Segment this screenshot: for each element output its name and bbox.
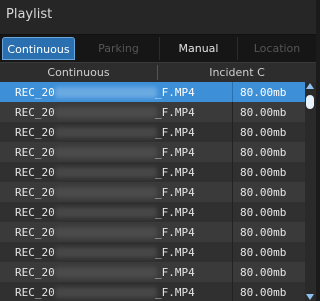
column-divider [232, 102, 233, 122]
tab-bar: Continuous Parking Manual Location [0, 35, 316, 62]
file-name-suffix: _F.MP4 [155, 186, 195, 199]
list-item[interactable]: REC_20 _F.MP4 80.00mb [0, 142, 305, 162]
scrollbar[interactable] [305, 82, 316, 301]
file-size: 80.00mb [240, 86, 287, 99]
list-item[interactable]: REC_20 _F.MP4 80.00mb [0, 122, 305, 142]
file-name-prefix: REC_20 [15, 146, 55, 159]
file-name-prefix: REC_20 [15, 126, 55, 139]
scrollbar-thumb[interactable] [306, 95, 314, 109]
file-size: 80.00mb [240, 106, 287, 119]
tab-location: Location [253, 42, 301, 55]
file-name-prefix: REC_20 [15, 106, 55, 119]
panel-title: Playlist [6, 7, 53, 22]
file-name-suffix: _F.MP4 [155, 146, 195, 159]
redacted-text [55, 187, 157, 198]
column-divider [232, 262, 233, 282]
list-item[interactable]: REC_20 _F.MP4 80.00mb [0, 222, 305, 242]
file-name-suffix: _F.MP4 [155, 266, 195, 279]
file-size: 80.00mb [240, 186, 287, 199]
column-divider [232, 182, 233, 202]
file-name-prefix: REC_20 [15, 186, 55, 199]
file-name-suffix: _F.MP4 [155, 226, 195, 239]
file-name-prefix: REC_20 [15, 86, 55, 99]
file-size: 80.00mb [240, 206, 287, 219]
redacted-text [55, 167, 157, 178]
list-item[interactable]: REC_20 _F.MP4 80.00mb [0, 82, 305, 102]
list-item[interactable]: REC_20 _F.MP4 80.00mb [0, 202, 305, 222]
file-name-suffix: _F.MP4 [155, 166, 195, 179]
file-name-prefix: REC_20 [15, 226, 55, 239]
file-size: 80.00mb [240, 246, 287, 259]
column-divider [232, 162, 233, 182]
file-name-prefix: REC_20 [15, 286, 55, 299]
list-item[interactable]: REC_20 _F.MP4 80.00mb [0, 102, 305, 122]
column-divider [232, 242, 233, 262]
redacted-text [55, 287, 157, 298]
tab-manual[interactable]: Manual [160, 37, 238, 60]
redacted-text [55, 87, 157, 98]
list-item[interactable]: REC_20 _F.MP4 80.00mb [0, 242, 305, 262]
tab-continuous[interactable]: Continuous [2, 37, 75, 60]
title-bar: Playlist [0, 0, 316, 35]
column-header-continuous[interactable]: Continuous [0, 63, 157, 82]
column-divider [232, 82, 233, 102]
file-name-suffix: _F.MP4 [155, 286, 195, 299]
redacted-text [55, 267, 157, 278]
column-divider [232, 282, 233, 301]
list-item[interactable]: REC_20 _F.MP4 80.00mb [0, 262, 305, 282]
column-divider [232, 122, 233, 142]
redacted-text [55, 227, 157, 238]
file-name-suffix: _F.MP4 [155, 106, 195, 119]
file-size: 80.00mb [240, 146, 287, 159]
file-name-prefix: REC_20 [15, 206, 55, 219]
column-headers: Continuous Incident C [0, 62, 316, 83]
redacted-text [55, 127, 157, 138]
file-name-prefix: REC_20 [15, 266, 55, 279]
file-name-suffix: _F.MP4 [155, 126, 195, 139]
file-name-prefix: REC_20 [15, 246, 55, 259]
triangle-up-icon[interactable] [306, 83, 314, 89]
file-name-suffix: _F.MP4 [155, 86, 195, 99]
file-name-suffix: _F.MP4 [155, 246, 195, 259]
file-size: 80.00mb [240, 166, 287, 179]
file-size: 80.00mb [240, 126, 287, 139]
redacted-text [55, 147, 157, 158]
file-name-prefix: REC_20 [15, 166, 55, 179]
column-divider [232, 202, 233, 222]
column-divider [232, 142, 233, 162]
tab-parking: Parking [78, 37, 160, 60]
column-header-incident[interactable]: Incident C [158, 63, 316, 82]
file-size: 80.00mb [240, 266, 287, 279]
list-item[interactable]: REC_20 _F.MP4 80.00mb [0, 162, 305, 182]
triangle-down-icon[interactable] [306, 294, 314, 300]
redacted-text [55, 107, 157, 118]
redacted-text [55, 247, 157, 258]
playlist-panel: Playlist Continuous Parking Manual Locat… [0, 0, 316, 301]
list-item[interactable]: REC_20 _F.MP4 80.00mb [0, 182, 305, 202]
file-size: 80.00mb [240, 286, 287, 299]
column-divider [232, 222, 233, 242]
redacted-text [55, 207, 157, 218]
file-list[interactable]: REC_20 _F.MP4 80.00mb REC_20 _F.MP4 80.00mb RE… [0, 82, 305, 301]
file-name-suffix: _F.MP4 [155, 206, 195, 219]
file-size: 80.00mb [240, 226, 287, 239]
list-item[interactable]: REC_20 _F.MP4 80.00mb [0, 282, 305, 301]
